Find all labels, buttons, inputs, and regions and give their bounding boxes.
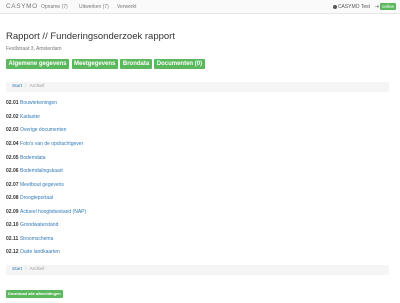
brand-logo[interactable]: CASYMO — [6, 3, 38, 10]
item-label[interactable]: Grondwaterstand — [20, 222, 58, 228]
item-code: 02.08 — [6, 195, 19, 201]
logout-icon[interactable]: ⇥ — [375, 4, 379, 10]
user-icon — [332, 4, 337, 9]
list-item[interactable]: 02.07 Meetbout gegevens — [6, 182, 64, 188]
item-label[interactable]: Bodemdata — [20, 155, 46, 161]
item-code: 02.04 — [6, 141, 19, 147]
list-item[interactable]: 02.09 Actueel hoogtebestand (NAP) — [6, 209, 86, 215]
item-code: 02.07 — [6, 182, 19, 188]
report-tabs: Algemene gegevens Meetgegevens Brondata … — [6, 59, 205, 69]
list-item[interactable]: 02.01 Bouwtekeningen — [6, 100, 57, 106]
item-code: 02.11 — [6, 236, 19, 242]
list-item[interactable]: 02.10 Grondwaterstand — [6, 222, 58, 228]
list-item[interactable]: 02.03 Overige documenten — [6, 127, 66, 133]
item-label[interactable]: Droogteportaal — [20, 195, 53, 201]
item-label[interactable]: Bouwtekeningen — [20, 100, 57, 106]
item-code: 02.09 — [6, 209, 19, 215]
breadcrumb-current: Archief — [29, 84, 45, 89]
user-name: CASYMO Test — [337, 4, 370, 10]
item-code: 02.05 — [6, 155, 19, 161]
navbar: CASYMO Opname (7) Uitwerken (7) Verwerkt… — [0, 0, 400, 14]
item-label[interactable]: Oude landkaarten — [20, 249, 60, 255]
list-item[interactable]: 02.04 Foto's van de opdrachtgever — [6, 141, 83, 147]
item-label[interactable]: Overige documenten — [20, 127, 66, 133]
nav-item-verwerkt[interactable]: Verwerkt — [117, 4, 136, 10]
nav-item-uitwerken[interactable]: Uitwerken (7) — [79, 4, 109, 10]
breadcrumb-start-link[interactable]: Start — [12, 84, 22, 89]
download-all-images-button[interactable]: Download alle afbeeldingen — [6, 290, 63, 298]
list-item[interactable]: 02.06 Bodemdalingskaart — [6, 168, 63, 174]
item-label[interactable]: Kadaster — [20, 114, 40, 120]
page-address: Festlstraat 3, Amsterdam — [6, 46, 62, 52]
tab-documenten[interactable]: Documenten (0) — [154, 59, 205, 69]
item-label[interactable]: Meetbout gegevens — [20, 182, 64, 188]
tab-meetgegevens[interactable]: Meetgegevens — [71, 59, 118, 69]
breadcrumb: Start / Archief — [6, 82, 389, 92]
tab-brondata[interactable]: Brondata — [120, 59, 152, 69]
breadcrumb-current: Archief — [29, 267, 45, 272]
item-code: 02.01 — [6, 100, 19, 106]
item-label[interactable]: Actueel hoogtebestand (NAP) — [20, 209, 86, 215]
list-item[interactable]: 02.05 Bodemdata — [6, 155, 46, 161]
breadcrumb-start-link[interactable]: Start — [12, 267, 22, 272]
item-label[interactable]: Bodemdalingskaart — [20, 168, 63, 174]
item-label[interactable]: Stroomschema — [20, 236, 54, 242]
item-code: 02.02 — [6, 114, 19, 120]
nav-item-opname[interactable]: Opname (7) — [41, 4, 68, 10]
online-status-badge: online — [379, 3, 396, 10]
item-code: 02.03 — [6, 127, 19, 133]
item-code: 02.10 — [6, 222, 19, 228]
tab-algemene-gegevens[interactable]: Algemene gegevens — [6, 59, 70, 69]
item-code: 02.06 — [6, 168, 19, 174]
item-label[interactable]: Foto's van de opdrachtgever — [20, 141, 83, 147]
user-menu[interactable]: CASYMO Test — [332, 4, 370, 10]
breadcrumb-bottom: Start / Archief — [6, 265, 389, 275]
list-item[interactable]: 02.02 Kadaster — [6, 114, 40, 120]
list-item[interactable]: 02.12 Oude landkaarten — [6, 249, 60, 255]
list-item[interactable]: 02.11 Stroomschema — [6, 236, 53, 242]
page-title: Rapport // Funderingsonderzoek rapport — [6, 31, 175, 42]
item-code: 02.12 — [6, 249, 19, 255]
list-item[interactable]: 02.08 Droogteportaal — [6, 195, 53, 201]
